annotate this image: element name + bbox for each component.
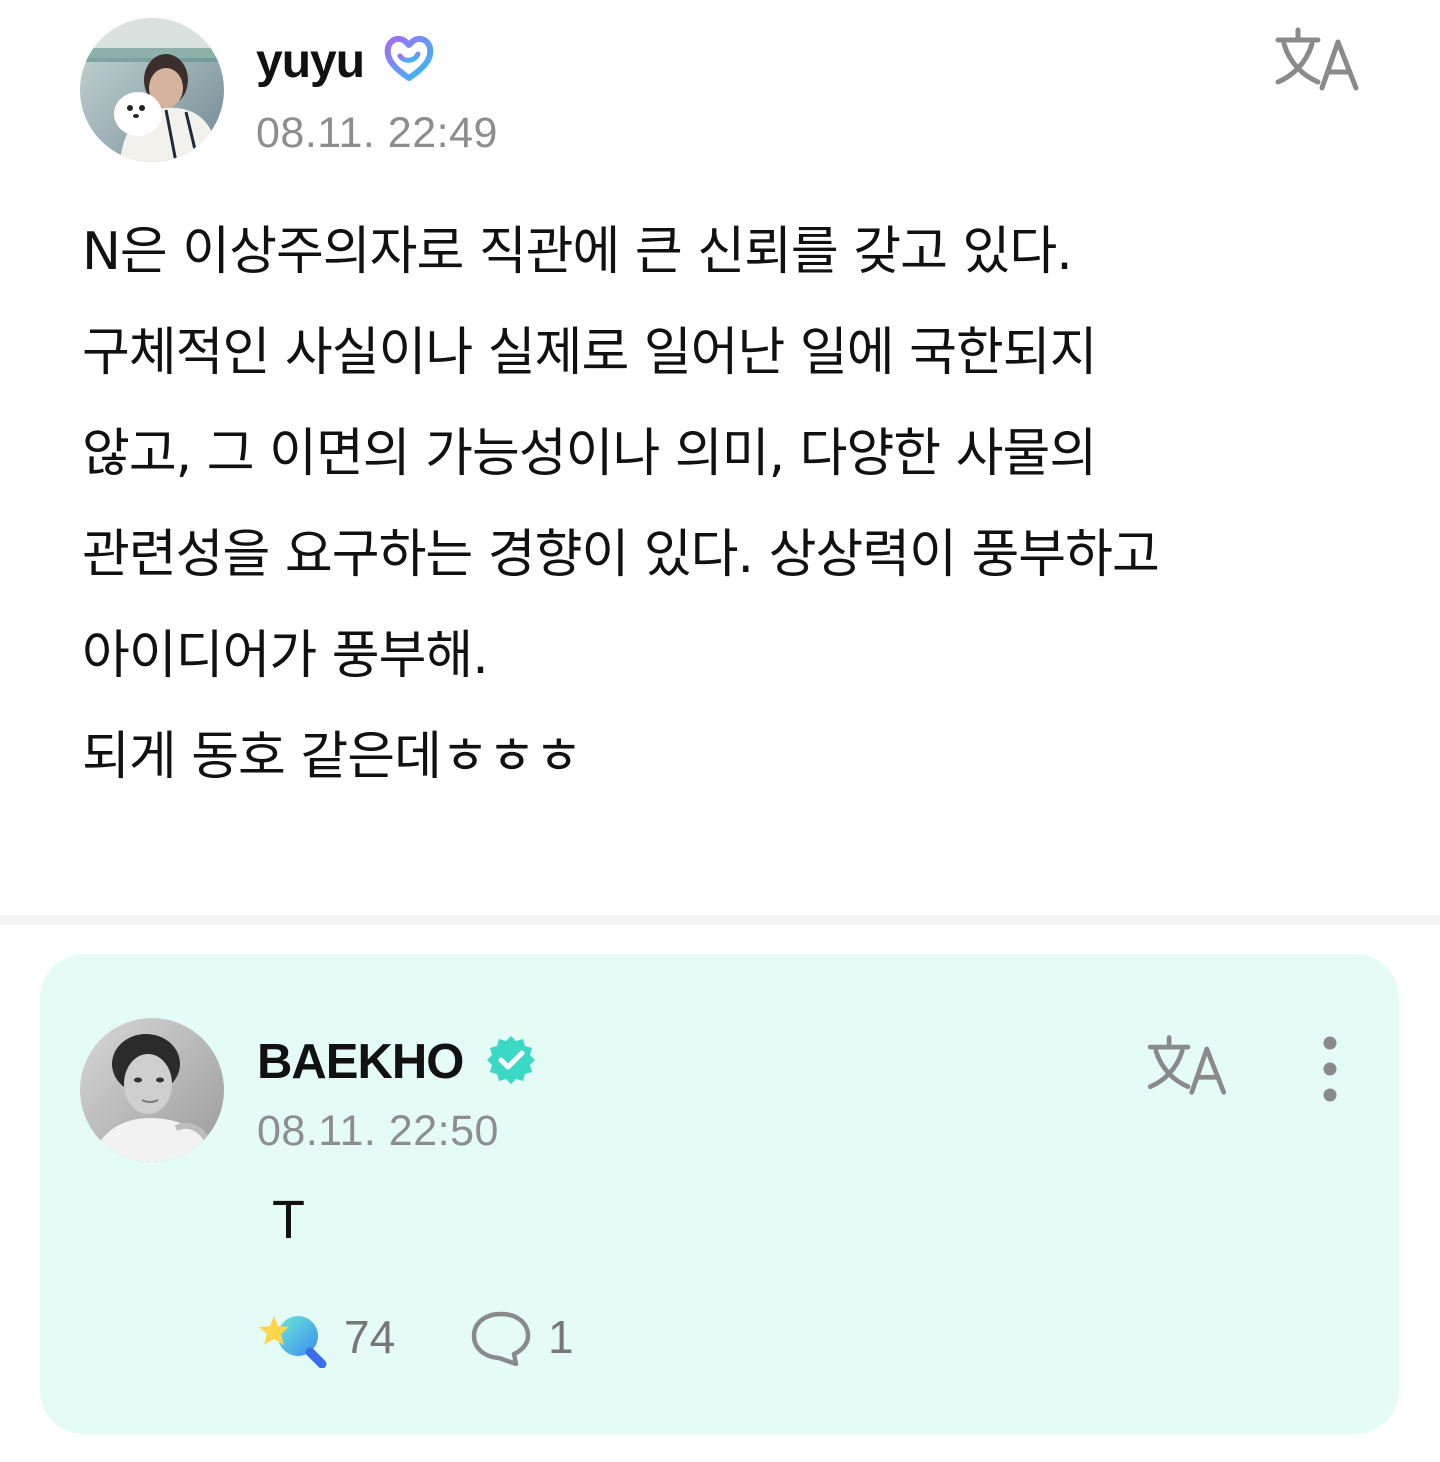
like-count: 74 (344, 1311, 396, 1363)
comment-timestamp: 08.11. 22:50 (257, 1107, 499, 1155)
verified-check-icon (487, 1036, 535, 1084)
star-reaction-icon[interactable] (258, 1306, 328, 1368)
more-vertical-icon[interactable] (1310, 1034, 1350, 1104)
comment-bubble-icon[interactable] (470, 1310, 532, 1366)
author-name[interactable]: yuyu (256, 34, 365, 90)
post-timestamp: 08.11. 22:49 (256, 109, 498, 157)
comment-text: T (272, 1190, 305, 1250)
author-avatar[interactable] (80, 18, 224, 162)
reply-count: 1 (548, 1311, 574, 1363)
translate-icon[interactable] (1144, 1032, 1230, 1098)
fan-post: yuyu 08.11. 22:49 N은 이상주의자로 직관에 큰 신뢰를 갖고… (0, 0, 1440, 915)
translate-icon[interactable] (1272, 24, 1362, 94)
section-divider (0, 915, 1440, 925)
artist-avatar[interactable] (80, 1018, 224, 1162)
post-body: N은 이상주의자로 직관에 큰 신뢰를 갖고 있다. 구체적인 사실이나 실제로… (82, 222, 1160, 787)
page: yuyu 08.11. 22:49 N은 이상주의자로 직관에 큰 신뢰를 갖고… (0, 0, 1440, 1462)
artist-comment-card: BAEKHO 08.11. 22:50 T 74 1 (40, 954, 1399, 1434)
artist-name[interactable]: BAEKHO (257, 1034, 464, 1090)
fan-heart-badge-icon (384, 35, 434, 81)
